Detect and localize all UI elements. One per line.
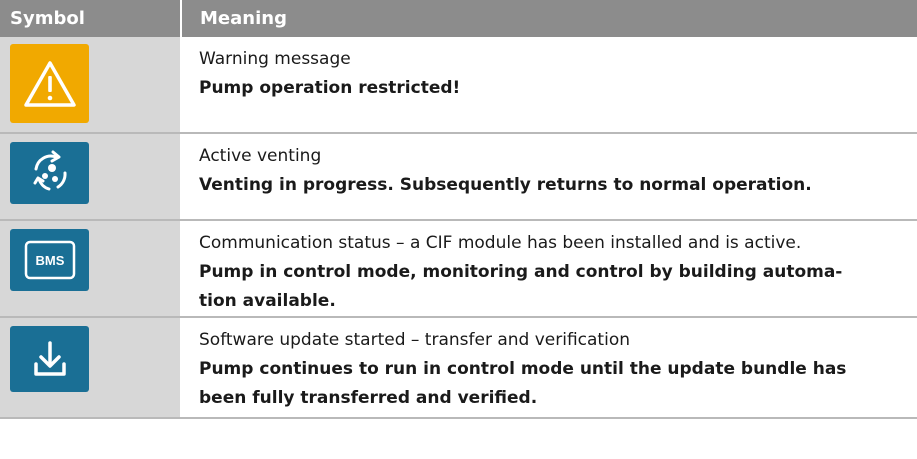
meaning-detail-line1: Pump in control mode, monitoring and con… [199, 262, 843, 282]
meaning-detail-line2: tion available. [199, 291, 336, 311]
meaning-description: Communication status – a CIF module has … [199, 233, 802, 253]
bms-icon-label: BMS [35, 253, 64, 268]
meaning-detail: Pump operation restricted! [199, 78, 461, 98]
meaning-cell: Warning message Pump operation restricte… [181, 37, 917, 134]
meaning-description: Warning message [199, 49, 351, 69]
table-row: Software update started – transfer and v… [0, 317, 917, 419]
table-row: BMS Communication status – a CIF module … [0, 220, 917, 318]
meaning-description: Software update started – transfer and v… [199, 330, 630, 350]
header-symbol: Symbol [0, 0, 182, 37]
meaning-cell: Communication status – a CIF module has … [181, 220, 917, 318]
bms-icon: BMS [10, 229, 89, 291]
symbol-cell: BMS [0, 220, 182, 318]
meaning-cell: Software update started – transfer and v… [181, 317, 917, 419]
meaning-cell: Active venting Venting in progress. Subs… [181, 133, 917, 221]
table-header-row: Symbol Meaning [0, 0, 917, 37]
symbol-cell [0, 133, 182, 221]
venting-icon [10, 142, 89, 204]
meaning-detail: Venting in progress. Subsequently return… [199, 175, 812, 195]
symbol-meaning-table: Symbol Meaning Warning message Pump oper… [0, 0, 917, 419]
meaning-description: Active venting [199, 146, 322, 166]
warning-triangle-icon [10, 44, 89, 123]
header-meaning: Meaning [181, 0, 917, 37]
symbol-cell [0, 317, 182, 419]
symbol-cell [0, 37, 182, 134]
meaning-detail-line1: Pump continues to run in control mode un… [199, 359, 847, 379]
table-row: Warning message Pump operation restricte… [0, 37, 917, 134]
software-download-icon [10, 326, 89, 392]
table-row: Active venting Venting in progress. Subs… [0, 133, 917, 221]
meaning-detail-line2: been fully transferred and verified. [199, 388, 538, 408]
